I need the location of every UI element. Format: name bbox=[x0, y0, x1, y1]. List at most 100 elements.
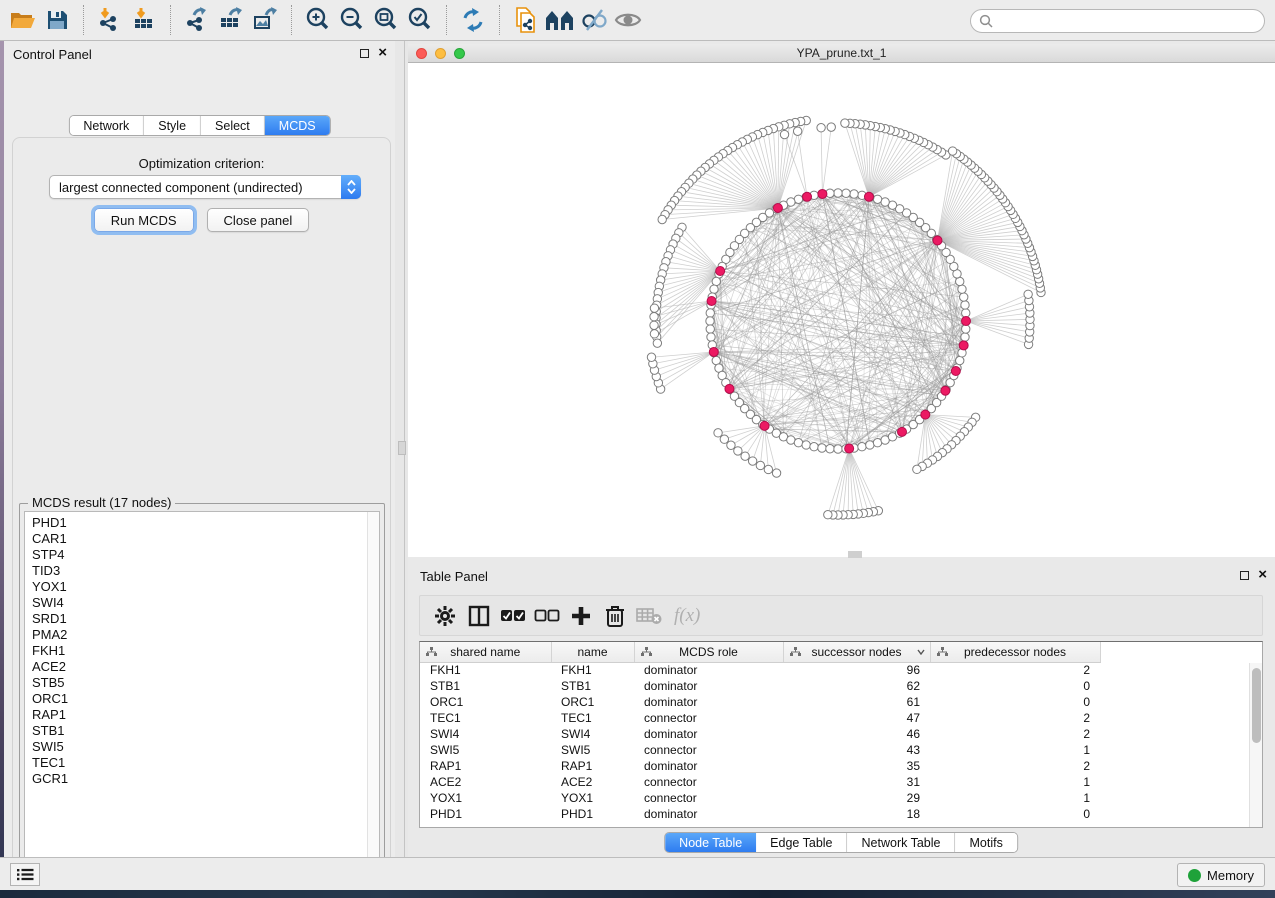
add-column-button[interactable] bbox=[566, 601, 596, 631]
zoom-selected-button[interactable] bbox=[403, 4, 437, 36]
mcds-result-item[interactable]: ORC1 bbox=[32, 691, 379, 707]
table-cell[interactable] bbox=[1100, 694, 1250, 710]
tab-edge-table[interactable]: Edge Table bbox=[756, 833, 847, 852]
tab-style[interactable]: Style bbox=[144, 116, 201, 135]
table-cell[interactable]: dominator bbox=[634, 678, 783, 694]
mcds-result-list[interactable]: PHD1CAR1STP4TID3YOX1SWI4SRD1PMA2FKH1ACE2… bbox=[24, 511, 380, 874]
table-cell[interactable]: YOX1 bbox=[420, 790, 551, 806]
table-scrollbar[interactable] bbox=[1249, 663, 1262, 827]
network-window-titlebar[interactable]: YPA_prune.txt_1 bbox=[408, 44, 1275, 63]
table-cell[interactable]: connector bbox=[634, 774, 783, 790]
table-row[interactable]: SWI5SWI5connector431 bbox=[420, 742, 1250, 758]
show-all-button[interactable] bbox=[611, 4, 645, 36]
function-builder-button[interactable]: f(x) bbox=[674, 605, 700, 627]
table-cell[interactable] bbox=[1100, 662, 1250, 678]
table-cell[interactable]: 1 bbox=[930, 742, 1100, 758]
first-neighbors-button[interactable] bbox=[543, 4, 577, 36]
tab-network[interactable]: Network bbox=[69, 116, 144, 135]
table-cell[interactable]: 1 bbox=[930, 774, 1100, 790]
table-cell[interactable]: PHD1 bbox=[551, 806, 634, 822]
tab-network-table[interactable]: Network Table bbox=[848, 833, 956, 852]
export-network-button[interactable] bbox=[180, 4, 214, 36]
window-close-icon[interactable] bbox=[416, 48, 427, 59]
mcds-result-item[interactable]: CAR1 bbox=[32, 531, 379, 547]
close-panel-icon[interactable]: × bbox=[378, 48, 387, 58]
float-panel-icon[interactable] bbox=[360, 49, 369, 58]
table-cell[interactable]: PHD1 bbox=[420, 806, 551, 822]
show-columns-button[interactable] bbox=[464, 601, 494, 631]
export-image-button[interactable] bbox=[248, 4, 282, 36]
table-cell[interactable]: SWI4 bbox=[551, 726, 634, 742]
table-cell[interactable]: connector bbox=[634, 742, 783, 758]
tab-select[interactable]: Select bbox=[201, 116, 265, 135]
zoom-out-button[interactable] bbox=[335, 4, 369, 36]
table-cell[interactable]: dominator bbox=[634, 758, 783, 774]
table-row[interactable]: YOX1YOX1connector291 bbox=[420, 790, 1250, 806]
panel-splitter[interactable] bbox=[395, 41, 408, 857]
table-cell[interactable] bbox=[1100, 806, 1250, 822]
column-header-name[interactable]: name bbox=[551, 642, 634, 662]
window-minimize-icon[interactable] bbox=[435, 48, 446, 59]
close-table-panel-icon[interactable]: × bbox=[1258, 570, 1267, 580]
table-cell[interactable] bbox=[1100, 710, 1250, 726]
table-cell[interactable]: SWI4 bbox=[420, 726, 551, 742]
table-cell[interactable]: ACE2 bbox=[420, 774, 551, 790]
table-cell[interactable] bbox=[1100, 726, 1250, 742]
table-cell[interactable]: 2 bbox=[930, 662, 1100, 678]
table-cell[interactable]: TEC1 bbox=[551, 710, 634, 726]
mcds-result-item[interactable]: YOX1 bbox=[32, 579, 379, 595]
table-cell[interactable]: 61 bbox=[783, 694, 930, 710]
table-cell[interactable]: STB1 bbox=[420, 678, 551, 694]
export-table-button[interactable] bbox=[214, 4, 248, 36]
mcds-list-scrollbar[interactable] bbox=[367, 512, 379, 873]
table-cell[interactable]: 18 bbox=[783, 806, 930, 822]
save-session-button[interactable] bbox=[40, 4, 74, 36]
table-cell[interactable]: RAP1 bbox=[420, 758, 551, 774]
mcds-result-item[interactable]: PMA2 bbox=[32, 627, 379, 643]
clone-network-button[interactable] bbox=[509, 4, 543, 36]
network-canvas[interactable] bbox=[408, 63, 1275, 557]
tab-node-table[interactable]: Node Table bbox=[665, 833, 756, 852]
table-cell[interactable]: ORC1 bbox=[551, 694, 634, 710]
table-row[interactable]: STB1STB1dominator620 bbox=[420, 678, 1250, 694]
table-cell[interactable]: FKH1 bbox=[420, 662, 551, 678]
column-header-successor-nodes[interactable]: successor nodes bbox=[783, 642, 930, 662]
delete-table-button[interactable] bbox=[634, 601, 664, 631]
select-all-columns-button[interactable] bbox=[498, 601, 528, 631]
table-cell[interactable]: YOX1 bbox=[551, 790, 634, 806]
table-cell[interactable]: 2 bbox=[930, 710, 1100, 726]
table-cell[interactable]: RAP1 bbox=[551, 758, 634, 774]
table-cell[interactable]: 43 bbox=[783, 742, 930, 758]
table-cell[interactable]: FKH1 bbox=[551, 662, 634, 678]
mcds-result-item[interactable]: TEC1 bbox=[32, 755, 379, 771]
mcds-result-item[interactable]: ACE2 bbox=[32, 659, 379, 675]
hide-selected-button[interactable] bbox=[577, 4, 611, 36]
import-network-button[interactable] bbox=[93, 4, 127, 36]
network-splitter-grip[interactable] bbox=[848, 551, 862, 558]
memory-button[interactable]: Memory bbox=[1177, 863, 1265, 887]
run-mcds-button[interactable]: Run MCDS bbox=[94, 208, 194, 232]
table-scrollbar-thumb[interactable] bbox=[1252, 668, 1261, 743]
table-cell[interactable]: 35 bbox=[783, 758, 930, 774]
table-cell[interactable]: 96 bbox=[783, 662, 930, 678]
window-zoom-icon[interactable] bbox=[454, 48, 465, 59]
table-cell[interactable]: TEC1 bbox=[420, 710, 551, 726]
splitter-grip[interactable] bbox=[398, 441, 406, 455]
column-header-shared-name[interactable]: shared name bbox=[420, 642, 551, 662]
unselect-all-columns-button[interactable] bbox=[532, 601, 562, 631]
mcds-result-item[interactable]: STB1 bbox=[32, 723, 379, 739]
mcds-result-item[interactable]: PHD1 bbox=[32, 515, 379, 531]
table-cell[interactable] bbox=[1100, 678, 1250, 694]
table-cell[interactable]: 31 bbox=[783, 774, 930, 790]
close-mcds-panel-button[interactable]: Close panel bbox=[207, 208, 310, 232]
table-cell[interactable]: dominator bbox=[634, 806, 783, 822]
table-cell[interactable]: STB1 bbox=[551, 678, 634, 694]
open-session-button[interactable] bbox=[6, 4, 40, 36]
table-cell[interactable]: SWI5 bbox=[551, 742, 634, 758]
table-cell[interactable]: ACE2 bbox=[551, 774, 634, 790]
mcds-result-item[interactable]: FKH1 bbox=[32, 643, 379, 659]
table-cell[interactable]: 2 bbox=[930, 758, 1100, 774]
mcds-result-item[interactable]: TID3 bbox=[32, 563, 379, 579]
table-cell[interactable]: 1 bbox=[930, 790, 1100, 806]
table-row[interactable]: PHD1PHD1dominator180 bbox=[420, 806, 1250, 822]
